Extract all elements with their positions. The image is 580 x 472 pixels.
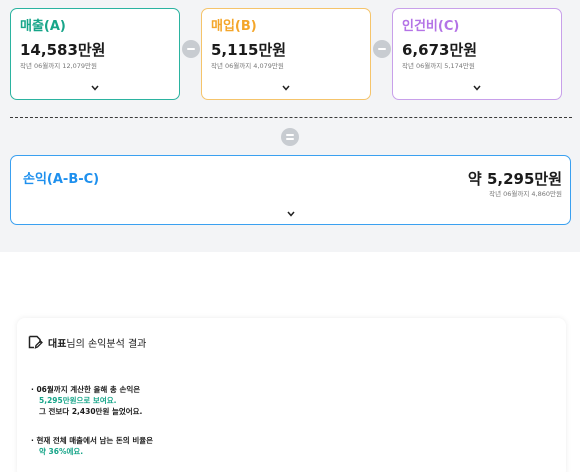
profit-card[interactable]: 손익(A-B-C) 약 5,295만원 작년 06월까지 4,860만원 <box>10 155 571 225</box>
equals-circle-icon <box>281 128 299 146</box>
profit-last-year: 작년 06월까지 4,860만원 <box>489 190 562 198</box>
purchase-card[interactable]: 매입(B) 5,115만원 작년 06월까지 4,079만원 <box>201 8 371 100</box>
chevron-down-icon[interactable] <box>280 83 292 93</box>
labor-last-year: 작년 06월까지 5,174만원 <box>402 62 475 70</box>
chevron-down-icon[interactable] <box>89 83 101 93</box>
bullet-line: · 현재 전체 매출에서 남는 돈의 비율은 <box>31 436 154 445</box>
bullet-line: · 06월까지 계산한 올해 총 손익은 <box>31 385 141 394</box>
purchase-last-year: 작년 06월까지 4,079만원 <box>211 62 284 70</box>
divider <box>10 117 572 118</box>
result-bullet-ratio: · 현재 전체 매출에서 남는 돈의 비율은 약 36%에요. <box>31 435 153 457</box>
sales-title: 매출(A) <box>20 19 66 34</box>
chevron-down-icon[interactable] <box>285 209 297 219</box>
sales-card[interactable]: 매출(A) 14,583만원 작년 06월까지 12,079만원 <box>10 8 180 100</box>
bullet-highlight: 5,295만원으로 보여요. <box>39 396 117 405</box>
result-title-rest: 님의 손익분석 결과 <box>66 338 147 350</box>
result-title-name: 대표 <box>48 338 67 350</box>
sales-amount: 14,583만원 <box>20 41 106 59</box>
minus-circle-icon <box>182 40 200 58</box>
profit-title: 손익(A-B-C) <box>23 172 100 187</box>
summary-area: 매출(A) 14,583만원 작년 06월까지 12,079만원 매입(B) 5… <box>0 0 580 252</box>
purchase-amount: 5,115만원 <box>211 41 287 59</box>
edit-note-icon <box>28 335 43 349</box>
chevron-down-icon[interactable] <box>471 83 483 93</box>
profit-amount: 약 5,295만원 <box>467 170 562 188</box>
purchase-title: 매입(B) <box>211 19 257 34</box>
result-title: 대표님의 손익분석 결과 <box>48 335 146 350</box>
bullet-line: 그 전보다 2,430만원 늘었어요. <box>39 407 143 416</box>
result-card: 대표님의 손익분석 결과 · 06월까지 계산한 올해 총 손익은 5,295만… <box>17 318 566 472</box>
minus-circle-icon <box>373 40 391 58</box>
labor-amount: 6,673만원 <box>402 41 478 59</box>
labor-title: 인건비(C) <box>402 19 460 34</box>
labor-card[interactable]: 인건비(C) 6,673만원 작년 06월까지 5,174만원 <box>392 8 562 100</box>
bullet-highlight: 약 36%에요. <box>39 447 84 456</box>
result-header: 대표님의 손익분석 결과 <box>27 334 146 350</box>
result-bullet-profit: · 06월까지 계산한 올해 총 손익은 5,295만원으로 보여요. 그 전보… <box>31 384 142 417</box>
sales-last-year: 작년 06월까지 12,079만원 <box>20 62 98 70</box>
